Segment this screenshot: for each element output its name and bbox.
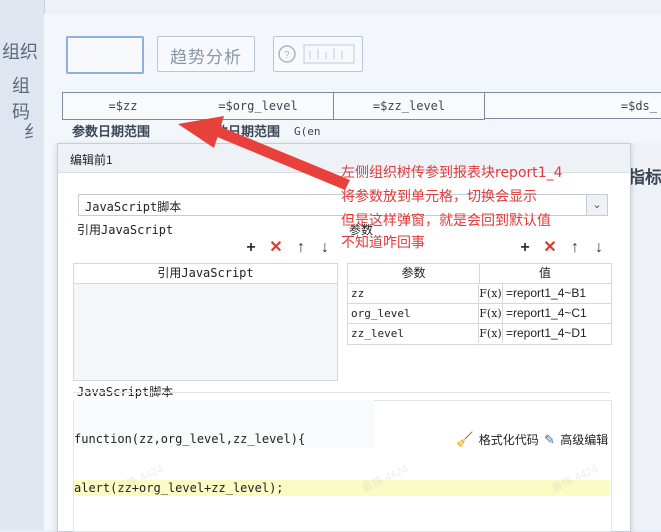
left-panel-char: 组 (12, 76, 30, 97)
report-tab-trend[interactable]: 趋势分析 (157, 36, 255, 72)
annotation-line: 但是这样弹窗，就是会回到默认值 (341, 213, 551, 229)
delete-icon[interactable]: ✕ (542, 240, 558, 256)
param-value[interactable]: =report1_4~B1 (503, 284, 611, 303)
move-up-icon[interactable]: ↑ (567, 240, 583, 256)
annotation-line: 不知道咋回事 (341, 235, 425, 251)
ref-section-label: 引用JavaScript (77, 223, 174, 237)
code-line-highlighted[interactable]: alert(zz+org_level+zz_level); (74, 480, 610, 496)
left-panel-char: 组织 (2, 42, 38, 63)
add-icon[interactable]: + (243, 240, 259, 256)
param-name[interactable]: org_level (348, 304, 479, 323)
code-line[interactable]: function(zz,org_level,zz_level){ (74, 432, 305, 446)
edit-icon: ✎ (544, 432, 555, 447)
table-row[interactable]: zz_level F(x) =report1_4~D1 (348, 324, 611, 343)
svg-text:?: ? (284, 50, 290, 61)
param-header-name: 参数 (348, 264, 480, 283)
left-panel: 组织 组 码 纟 (0, 0, 45, 530)
advanced-edit-button[interactable]: ✎ 高级编辑 (544, 431, 608, 449)
formula-icon[interactable]: F(x) (479, 324, 503, 343)
format-code-label: 格式化代码 (478, 433, 539, 447)
param-header-value: 值 (538, 266, 551, 280)
formula-icon[interactable]: F(x) (479, 304, 503, 323)
grid-row-cell[interactable]: 参数日期范围 (72, 120, 150, 144)
dialog-side-panel: 指标 (628, 143, 661, 530)
chevron-down-icon[interactable]: ⌄ (586, 195, 607, 215)
report-tab-3[interactable]: ? (273, 36, 363, 72)
left-panel-char: 纟 (24, 122, 42, 143)
annotation-arrow-icon (178, 116, 350, 190)
delete-icon[interactable]: ✕ (268, 240, 284, 256)
dialog-title: 编辑前1 (70, 153, 113, 167)
param-name[interactable]: zz_level (348, 324, 479, 343)
script-type-value: JavaScript脚本 (85, 200, 182, 214)
tab-trend-label: 趋势分析 (170, 48, 242, 67)
param-table: 参数 值 zz F(x) =report1_4~B1 org_level F(x… (347, 263, 612, 345)
side-panel-text: 指标 (628, 168, 661, 187)
format-code-button[interactable]: 🧹 格式化代码 (456, 431, 539, 449)
param-header-row: 参数 值 (348, 264, 611, 284)
table-row[interactable]: zz F(x) =report1_4~B1 (348, 284, 611, 304)
param-value[interactable]: =report1_4~D1 (503, 324, 611, 343)
add-icon[interactable]: + (517, 240, 533, 256)
top-bar (0, 0, 661, 15)
divider (73, 392, 610, 393)
table-row[interactable]: org_level F(x) =report1_4~C1 (348, 304, 611, 324)
annotation-line: 左侧组织树传参到报表块report1_4 (341, 165, 563, 181)
param-name[interactable]: zz (348, 284, 479, 303)
brush-icon: 🧹 (456, 431, 474, 447)
move-up-icon[interactable]: ↑ (293, 240, 309, 256)
ref-table-header: 引用JavaScript (74, 264, 337, 284)
report-tab-1[interactable] (66, 36, 144, 74)
ref-js-table: 引用JavaScript (73, 263, 338, 381)
advanced-edit-label: 高级编辑 (560, 433, 609, 447)
grid-header-cell[interactable]: =$zz (62, 93, 184, 120)
formula-icon[interactable]: F(x) (479, 284, 503, 303)
chart-placeholder-icon: ? (278, 44, 355, 64)
move-down-icon[interactable]: ↓ (317, 240, 333, 256)
param-value[interactable]: =report1_4~C1 (503, 304, 611, 323)
annotation-line: 将参数放到单元格，切换会显示 (341, 189, 537, 205)
grid-header-cell[interactable]: =$ds_ (485, 93, 661, 119)
move-down-icon[interactable]: ↓ (591, 240, 607, 256)
